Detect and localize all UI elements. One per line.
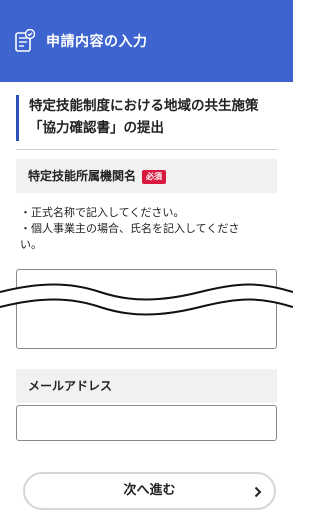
email-input[interactable] [16, 405, 277, 441]
email-label: メールアドレス [28, 379, 113, 393]
page-title: 申請内容の入力 [46, 34, 148, 50]
note-line: ・正式名称で記入してください。 [20, 206, 185, 219]
email-label-box: メールアドレス [16, 369, 277, 403]
next-button[interactable]: 次へ進む [23, 472, 276, 510]
section-title-line-1: 特定技能制度における地域の共生施策 [29, 98, 259, 114]
chevron-right-icon [254, 486, 262, 498]
note-line: ・個人事業主の場合、氏名を記入してくださ [20, 222, 240, 235]
org-name-label: 特定技能所属機関名 [28, 169, 137, 183]
org-name-notes: ・正式名称で記入してください。 ・個人事業主の場合、氏名を記入してくださ い。 [20, 205, 280, 253]
app-header: 申請内容の入力 [0, 0, 293, 82]
wavy-cut-mark [0, 283, 293, 316]
org-name-label-box: 特定技能所属機関名 必須 [16, 159, 277, 193]
section-title: 特定技能制度における地域の共生施策 「協力確認書」の提出 [16, 95, 276, 141]
required-badge: 必須 [142, 170, 167, 184]
section-title-line-2: 「協力確認書」の提出 [29, 120, 164, 136]
next-button-label: 次へ進む [123, 483, 176, 498]
section-divider [16, 149, 277, 150]
note-line: い。 [20, 238, 42, 251]
document-checklist-icon [15, 29, 36, 52]
